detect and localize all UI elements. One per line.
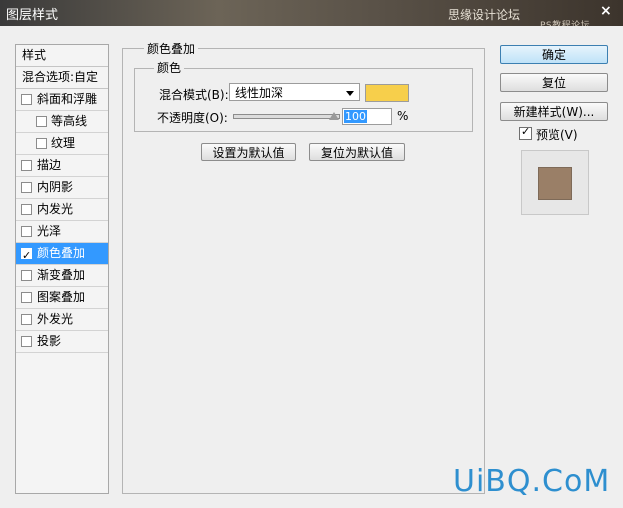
sidebar-item[interactable]: 光泽 <box>16 221 108 243</box>
checkbox-icon[interactable] <box>21 336 32 347</box>
window-title: 图层样式 <box>6 8 59 23</box>
ok-button[interactable]: 确定 <box>500 45 608 64</box>
sidebar-item[interactable]: 描边 <box>16 155 108 177</box>
sidebar-item-label: 外发光 <box>37 312 74 326</box>
sidebar-item[interactable]: 等高线 <box>16 111 108 133</box>
blend-mode-value: 线性加深 <box>235 86 284 100</box>
sidebar-item[interactable]: 图案叠加 <box>16 287 108 309</box>
sidebar-item[interactable]: 投影 <box>16 331 108 353</box>
sidebar-item-label: 内发光 <box>37 202 74 216</box>
sidebar-item[interactable]: 纹理 <box>16 133 108 155</box>
sidebar-item-label: 斜面和浮雕 <box>37 92 98 106</box>
watermark-text: 思缘设计论坛 <box>448 8 521 22</box>
preview-label: 预览(V) <box>536 128 578 142</box>
preview-checkbox[interactable] <box>519 125 532 140</box>
sidebar-item-label: 投影 <box>37 334 62 348</box>
opacity-slider-track[interactable] <box>233 114 340 119</box>
blend-mode-label: 混合模式(B): <box>159 88 229 102</box>
style-list: 样式 混合选项:自定 斜面和浮雕等高线纹理描边内阴影内发光光泽颜色叠加渐变叠加图… <box>15 44 109 494</box>
sidebar-item-label: 图案叠加 <box>37 290 86 304</box>
checkbox-icon[interactable] <box>36 116 47 127</box>
sidebar-item-label: 纹理 <box>51 136 76 150</box>
chevron-down-icon <box>346 91 354 96</box>
watermark-logo: UiBQ.CoM <box>453 464 611 499</box>
sidebar-item[interactable]: 斜面和浮雕 <box>16 89 108 111</box>
sidebar-item[interactable]: 内发光 <box>16 199 108 221</box>
sidebar-item-label: 光泽 <box>37 224 62 238</box>
checkbox-icon[interactable] <box>21 204 32 215</box>
sidebar-item[interactable]: 渐变叠加 <box>16 265 108 287</box>
checkbox-icon[interactable] <box>21 160 32 171</box>
color-group-title: 颜色 <box>154 59 185 76</box>
sidebar-item[interactable]: 颜色叠加 <box>16 243 108 266</box>
title-bar: 图层样式 思缘设计论坛 PS教程论坛 BBS.16XX8.COM × <box>0 0 623 41</box>
checkbox-icon[interactable] <box>21 270 32 281</box>
blend-options-item[interactable]: 混合选项:自定 <box>16 67 108 89</box>
reset-button[interactable]: 复位 <box>500 73 608 92</box>
opacity-value: 100 <box>344 110 367 123</box>
preview-thumbnail <box>521 150 589 215</box>
sidebar-item[interactable]: 外发光 <box>16 309 108 331</box>
new-style-button[interactable]: 新建样式(W)... <box>500 102 608 121</box>
opacity-slider-thumb[interactable] <box>329 112 339 120</box>
opacity-label: 不透明度(O): <box>157 111 228 125</box>
sidebar-item-label: 描边 <box>37 158 62 172</box>
opacity-input[interactable]: 100 <box>342 108 392 125</box>
sidebar-item-label: 等高线 <box>51 114 88 128</box>
overlay-color-swatch[interactable] <box>365 84 409 102</box>
checkbox-icon[interactable] <box>21 292 32 303</box>
checkbox-icon[interactable] <box>21 314 32 325</box>
preview-swatch <box>538 167 572 200</box>
sidebar-item-label: 渐变叠加 <box>37 268 86 282</box>
sidebar-item-label: 颜色叠加 <box>37 246 86 260</box>
opacity-unit: % <box>397 109 409 123</box>
style-list-header[interactable]: 样式 <box>16 45 108 67</box>
sidebar-item[interactable]: 内阴影 <box>16 177 108 199</box>
checkbox-icon[interactable] <box>21 182 32 193</box>
reset-default-button[interactable]: 复位为默认值 <box>309 143 405 161</box>
checkbox-icon[interactable] <box>21 245 32 266</box>
checkbox-icon[interactable] <box>21 226 32 237</box>
sidebar-item-label: 内阴影 <box>37 180 74 194</box>
checkbox-icon[interactable] <box>21 94 32 105</box>
panel-title: 颜色叠加 <box>144 40 199 57</box>
blend-mode-select[interactable]: 线性加深 <box>229 83 360 101</box>
checkbox-icon[interactable] <box>36 138 47 149</box>
close-icon[interactable]: × <box>600 3 612 19</box>
set-default-button[interactable]: 设置为默认值 <box>201 143 296 161</box>
